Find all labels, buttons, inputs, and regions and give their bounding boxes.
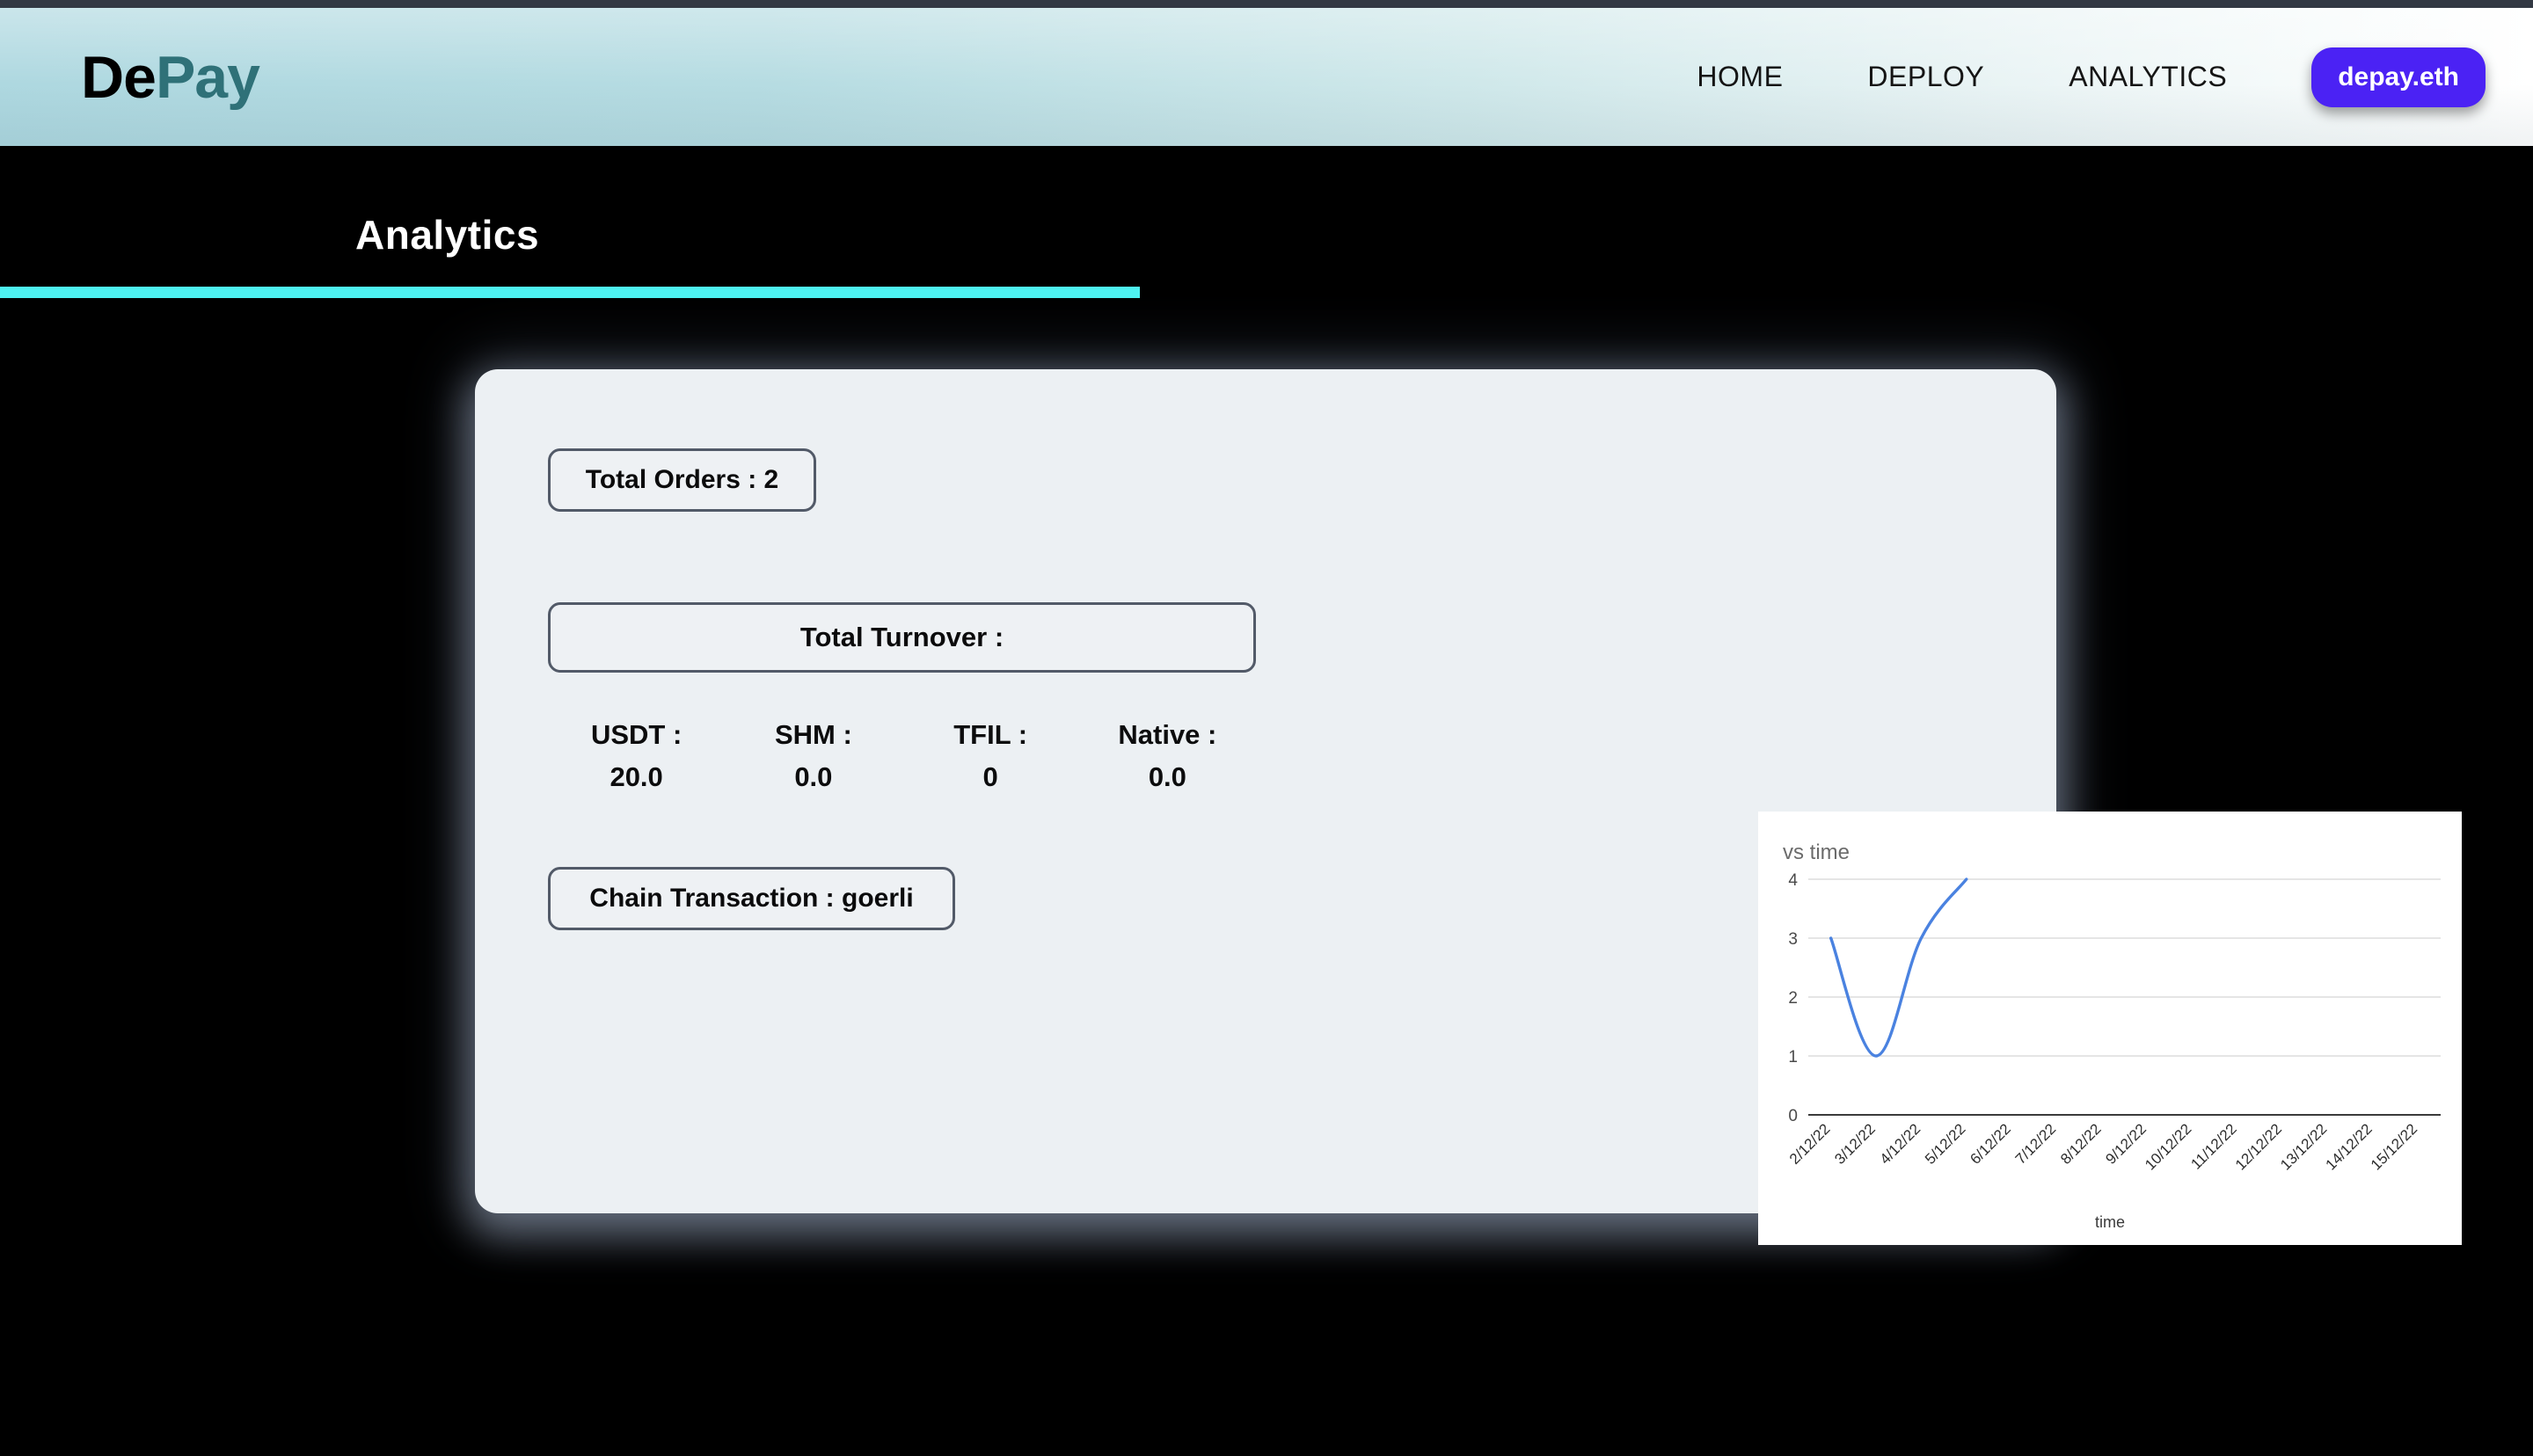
total-orders-box: Total Orders : 2 xyxy=(548,448,816,512)
svg-text:4: 4 xyxy=(1788,871,1798,890)
wallet-address-button[interactable]: depay.eth xyxy=(2311,47,2486,107)
svg-text:14/12/22: 14/12/22 xyxy=(2323,1120,2376,1173)
token-cell-usdt: USDT : 20.0 xyxy=(548,721,725,790)
svg-text:2/12/22: 2/12/22 xyxy=(1786,1120,1834,1168)
analytics-card: Total Orders : 2 Total Turnover : USDT :… xyxy=(475,369,2462,1245)
svg-text:11/12/22: 11/12/22 xyxy=(2187,1120,2239,1172)
page-title: Analytics xyxy=(355,212,540,258)
svg-text:3: 3 xyxy=(1788,930,1798,949)
orders-vs-time-chart: vs time 0 1 2 3 4 2/12/22 3/12/22 4/12/22 5/12/2… xyxy=(1758,812,2462,1245)
chain-transaction-box: Chain Transaction : goerli xyxy=(548,867,955,930)
nav-item-deploy[interactable]: DEPLOY xyxy=(1825,61,2026,93)
svg-text:8/12/22: 8/12/22 xyxy=(2057,1120,2105,1168)
nav-item-home[interactable]: HOME xyxy=(1654,61,1825,93)
token-label-native: Native : xyxy=(1118,719,1217,750)
token-breakdown-row: USDT : 20.0 SHM : 0.0 TFIL : 0 Native : … xyxy=(548,721,1256,790)
token-value-usdt: 20.0 xyxy=(610,761,663,792)
logo-text-pay: Pay xyxy=(155,43,260,111)
site-header: DePay HOME DEPLOY ANALYTICS depay.eth xyxy=(0,8,2533,146)
svg-text:15/12/22: 15/12/22 xyxy=(2368,1120,2420,1173)
token-value-tfil: 0 xyxy=(982,761,998,792)
brand-logo[interactable]: DePay xyxy=(81,47,260,107)
token-label-tfil: TFIL : xyxy=(953,719,1028,750)
svg-text:0: 0 xyxy=(1788,1107,1798,1125)
svg-text:13/12/22: 13/12/22 xyxy=(2277,1120,2330,1173)
svg-text:1: 1 xyxy=(1788,1048,1798,1067)
token-value-shm: 0.0 xyxy=(794,761,833,792)
svg-text:10/12/22: 10/12/22 xyxy=(2142,1120,2194,1173)
chart-x-axis-label: time xyxy=(2094,1213,2125,1231)
token-cell-native: Native : 0.0 xyxy=(1079,721,1256,790)
stats-column: Total Orders : 2 Total Turnover : USDT :… xyxy=(475,369,1284,1213)
svg-text:12/12/22: 12/12/22 xyxy=(2232,1120,2285,1173)
token-cell-tfil: TFIL : 0 xyxy=(902,721,1079,790)
top-accent-strip xyxy=(0,0,2533,8)
svg-text:6/12/22: 6/12/22 xyxy=(1967,1120,2014,1168)
chart-canvas: 0 1 2 3 4 2/12/223/12/224/12/225/12/226/12/22… xyxy=(1786,871,2441,1174)
svg-text:3/12/22: 3/12/22 xyxy=(1831,1120,1879,1168)
logo-text-de: De xyxy=(81,43,157,111)
token-value-native: 0.0 xyxy=(1148,761,1186,792)
page-title-underline xyxy=(0,287,1140,298)
svg-text:5/12/22: 5/12/22 xyxy=(1922,1120,1969,1168)
nav-item-analytics[interactable]: ANALYTICS xyxy=(2026,61,2269,93)
total-turnover-box: Total Turnover : xyxy=(548,602,1256,673)
main-navigation: HOME DEPLOY ANALYTICS depay.eth xyxy=(1654,47,2486,107)
svg-text:7/12/22: 7/12/22 xyxy=(2012,1120,2060,1168)
svg-text:4/12/22: 4/12/22 xyxy=(1877,1120,1924,1168)
token-label-usdt: USDT : xyxy=(590,719,683,750)
svg-text:2: 2 xyxy=(1788,989,1798,1008)
token-cell-shm: SHM : 0.0 xyxy=(725,721,902,790)
token-label-shm: SHM : xyxy=(774,719,852,750)
